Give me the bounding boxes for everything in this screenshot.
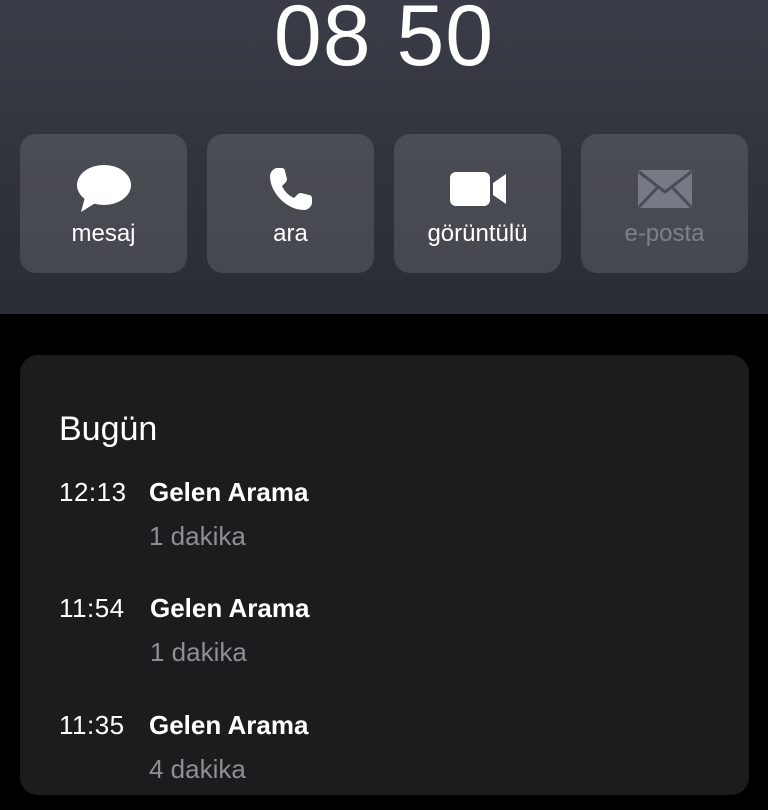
call-time: 11:35 bbox=[59, 710, 125, 740]
call-history-card: Bugün 12:13 Gelen Arama 1 dakika 11:54 G… bbox=[20, 355, 749, 795]
video-call-button-label: görüntülü bbox=[427, 220, 528, 247]
call-type: Gelen Arama bbox=[149, 477, 309, 507]
call-history-row: 12:13 Gelen Arama 1 dakika bbox=[59, 477, 719, 577]
call-button[interactable]: ara bbox=[207, 134, 374, 273]
call-type: Gelen Arama bbox=[149, 710, 309, 740]
clock-display: 08 50 bbox=[273, 0, 495, 84]
contact-header: 08 50 mesaj ara görüntülü e-posta bbox=[0, 0, 768, 314]
call-button-label: ara bbox=[273, 220, 308, 247]
envelope-icon bbox=[581, 164, 748, 214]
call-history-row: 11:54 Gelen Arama 1 dakika bbox=[59, 593, 719, 693]
call-duration: 1 dakika bbox=[150, 637, 247, 667]
call-duration: 1 dakika bbox=[149, 521, 246, 551]
call-duration: 4 dakika bbox=[149, 754, 246, 784]
video-call-button[interactable]: görüntülü bbox=[394, 134, 561, 273]
phone-icon bbox=[207, 164, 374, 214]
email-button-label: e-posta bbox=[624, 220, 705, 247]
message-button[interactable]: mesaj bbox=[20, 134, 187, 273]
video-camera-icon bbox=[394, 164, 561, 214]
message-button-label: mesaj bbox=[71, 220, 136, 247]
email-button[interactable]: e-posta bbox=[581, 134, 748, 273]
message-bubble-icon bbox=[20, 164, 187, 214]
call-type: Gelen Arama bbox=[150, 593, 310, 623]
call-history-row: 11:35 Gelen Arama 4 dakika bbox=[59, 710, 719, 810]
contact-actions: mesaj ara görüntülü e-posta bbox=[20, 134, 750, 274]
call-time: 11:54 bbox=[59, 593, 125, 623]
section-title: Bugün bbox=[59, 410, 158, 448]
call-time: 12:13 bbox=[59, 477, 127, 507]
